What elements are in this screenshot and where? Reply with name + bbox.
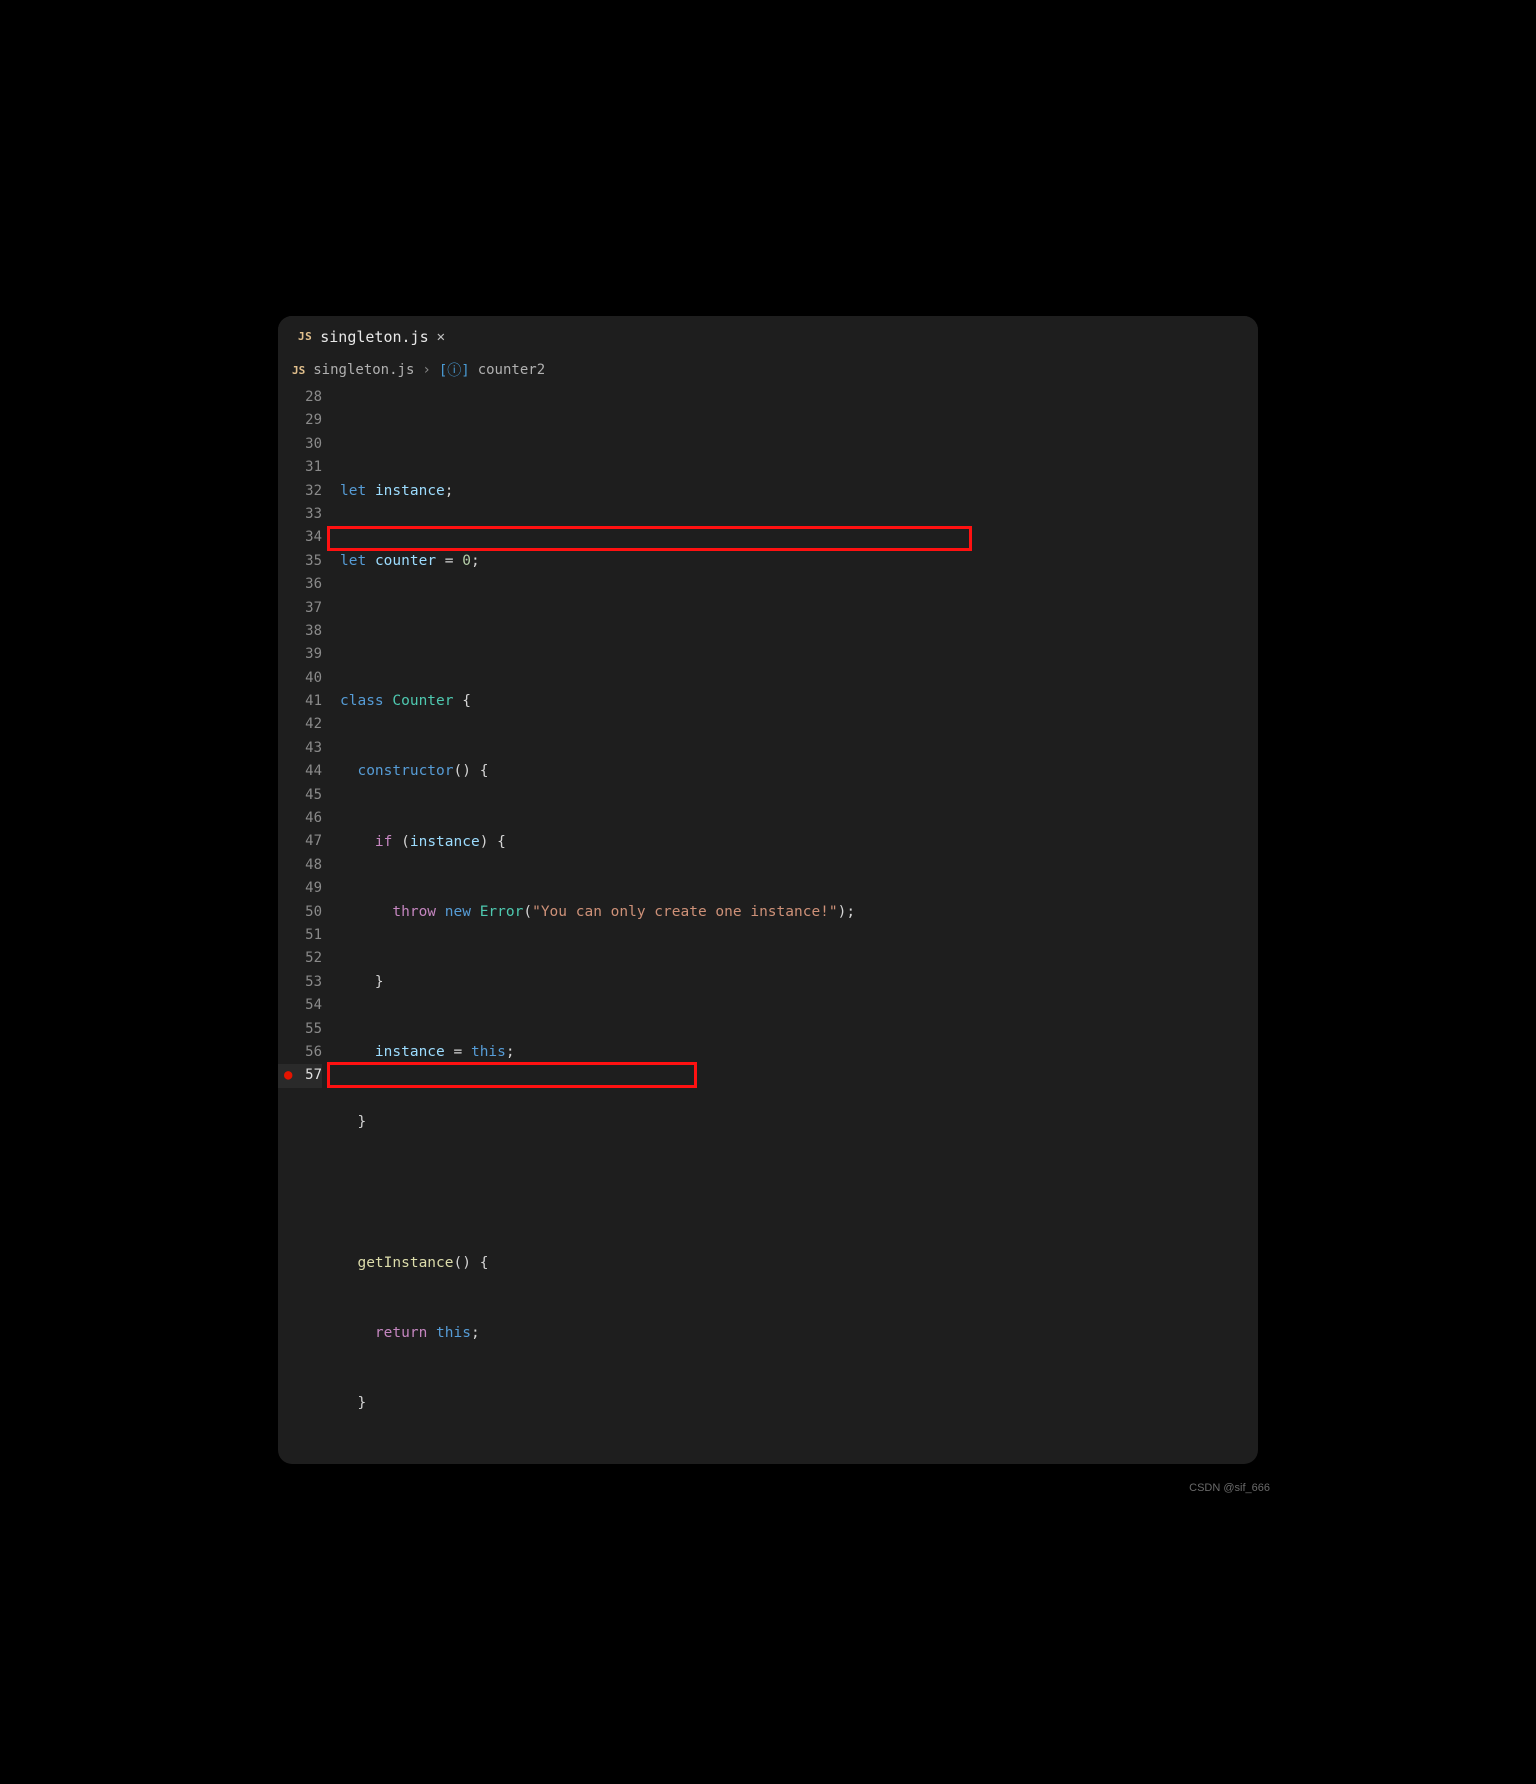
breadcrumb[interactable]: JS singleton.js › [ⓘ] counter2 (278, 356, 1258, 384)
chevron-right-icon: › (422, 362, 430, 378)
code-area: 2829303132333435363738394041424344454647… (278, 384, 1258, 1464)
highlight-annotation (327, 1062, 697, 1088)
js-file-icon: JS (298, 330, 312, 343)
highlight-annotation (327, 526, 972, 551)
breakpoint-icon[interactable]: 57 (278, 1064, 322, 1087)
tab-bar: JS singleton.js ✕ (278, 316, 1258, 356)
breadcrumb-symbol: counter2 (478, 362, 545, 378)
breadcrumb-file: singleton.js (313, 362, 414, 378)
code-editor[interactable]: let instance; let counter = 0; class Cou… (332, 384, 1258, 1464)
close-icon[interactable]: ✕ (437, 329, 445, 345)
watermark: CSDN @sif_666 (1189, 1482, 1270, 1494)
js-file-icon: JS (292, 364, 305, 377)
symbol-icon: [ⓘ] (439, 360, 470, 380)
line-gutter[interactable]: 2829303132333435363738394041424344454647… (278, 384, 332, 1464)
tab-singleton-js[interactable]: JS singleton.js ✕ (288, 316, 455, 356)
editor-window: JS singleton.js ✕ JS singleton.js › [ⓘ] … (278, 316, 1258, 1464)
tab-filename: singleton.js (320, 328, 428, 346)
